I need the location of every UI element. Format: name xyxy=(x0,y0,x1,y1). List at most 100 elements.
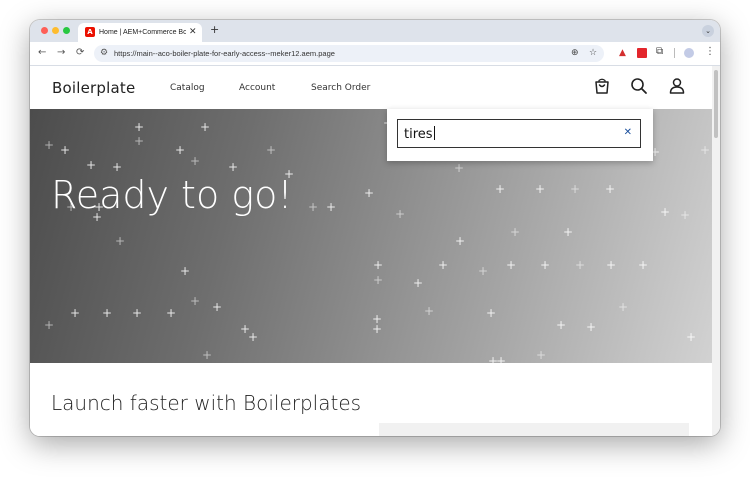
plus-decoration: + xyxy=(586,320,597,334)
nav-search-order[interactable]: Search Order xyxy=(311,81,370,95)
tab-strip: A Home | AEM+Commerce Boilerplate ✕ + ⌄ xyxy=(30,20,720,42)
plus-decoration: + xyxy=(536,348,547,362)
plus-decoration: + xyxy=(364,186,375,200)
section-card xyxy=(379,423,689,436)
plus-decoration: + xyxy=(200,120,211,134)
text-caret xyxy=(433,126,435,140)
plus-decoration: + xyxy=(563,225,574,239)
zoom-icon[interactable]: ⊕ xyxy=(571,47,579,60)
plus-decoration: + xyxy=(134,134,145,148)
plus-decoration: + xyxy=(372,322,383,336)
plus-decoration: + xyxy=(686,330,697,344)
plus-decoration: + xyxy=(700,143,711,157)
browser-tab[interactable]: A Home | AEM+Commerce Boilerplate ✕ xyxy=(78,23,202,42)
plus-decoration: + xyxy=(373,258,384,272)
plus-decoration: + xyxy=(424,304,435,318)
section-title: Launch faster with Boilerplates xyxy=(51,391,362,415)
close-window-button[interactable] xyxy=(41,27,48,34)
browser-toolbar: ← → ⟳ ⚙ https://main--aco-boiler-plate-f… xyxy=(30,42,720,66)
clear-search-icon[interactable]: ✕ xyxy=(624,127,632,139)
page-scrollbar[interactable] xyxy=(712,66,720,436)
search-input[interactable]: tires ✕ xyxy=(397,119,641,148)
plus-decoration: + xyxy=(180,264,191,278)
search-icon[interactable] xyxy=(629,76,649,96)
plus-decoration: + xyxy=(175,143,186,157)
plus-decoration: + xyxy=(496,354,507,363)
plus-decoration: + xyxy=(212,300,223,314)
plus-decoration: + xyxy=(438,258,449,272)
plus-decoration: + xyxy=(478,264,489,278)
tab-title: Home | AEM+Commerce Boilerplate xyxy=(99,29,186,36)
toolbar-divider xyxy=(674,48,675,58)
plus-decoration: + xyxy=(570,182,581,196)
user-icon[interactable] xyxy=(667,76,687,96)
plus-decoration: + xyxy=(44,138,55,152)
forward-button[interactable]: → xyxy=(57,47,65,59)
plus-decoration: + xyxy=(134,120,145,134)
plus-decoration: + xyxy=(266,143,277,157)
plus-decoration: + xyxy=(535,182,546,196)
plus-decoration: + xyxy=(506,258,517,272)
plus-decoration: + xyxy=(454,161,465,175)
plus-decoration: + xyxy=(510,225,521,239)
search-popover: tires ✕ xyxy=(387,109,653,161)
plus-decoration: + xyxy=(326,200,337,214)
plus-decoration: + xyxy=(413,276,424,290)
plus-decoration: + xyxy=(102,306,113,320)
page-viewport: Boilerplate Catalog Account Search Order… xyxy=(30,66,720,436)
search-input-value: tires xyxy=(404,127,433,142)
tab-search-menu-button[interactable]: ⌄ xyxy=(702,25,714,37)
plus-decoration: + xyxy=(70,306,81,320)
plus-decoration: + xyxy=(308,200,319,214)
intro-section: Launch faster with Boilerplates xyxy=(30,363,712,436)
reload-button[interactable]: ⟳ xyxy=(76,47,84,59)
plus-decoration: + xyxy=(540,258,551,272)
plus-decoration: + xyxy=(556,318,567,332)
site-settings-icon[interactable]: ⚙ xyxy=(100,47,108,60)
zoom-window-button[interactable] xyxy=(63,27,70,34)
plus-decoration: + xyxy=(455,234,466,248)
plus-decoration: + xyxy=(618,300,629,314)
address-url[interactable]: https://main--aco-boiler-plate-for-early… xyxy=(114,47,335,60)
nav-catalog[interactable]: Catalog xyxy=(170,81,205,95)
adobe-extension-icon[interactable]: ▲ xyxy=(619,47,629,58)
plus-decoration: + xyxy=(132,306,143,320)
profile-avatar-icon[interactable] xyxy=(684,48,694,58)
browser-window: A Home | AEM+Commerce Boilerplate ✕ + ⌄ … xyxy=(30,20,720,436)
plus-decoration: + xyxy=(606,258,617,272)
puzzle-icon[interactable]: ⧉ xyxy=(656,46,666,57)
plus-decoration: + xyxy=(638,258,649,272)
plus-decoration: + xyxy=(202,348,213,362)
hero-title: Ready to go! xyxy=(51,173,293,217)
adobe-favicon-icon: A xyxy=(85,27,95,37)
plus-decoration: + xyxy=(60,143,71,157)
nav-account[interactable]: Account xyxy=(239,81,275,95)
cart-icon[interactable] xyxy=(592,76,612,96)
plus-decoration: + xyxy=(44,318,55,332)
minimize-window-button[interactable] xyxy=(52,27,59,34)
plus-decoration: + xyxy=(660,205,671,219)
new-tab-button[interactable]: + xyxy=(210,23,219,37)
plus-decoration: + xyxy=(166,306,177,320)
plus-decoration: + xyxy=(575,258,586,272)
address-bar[interactable]: ⚙ https://main--aco-boiler-plate-for-ear… xyxy=(94,45,604,62)
back-button[interactable]: ← xyxy=(38,47,46,59)
plus-decoration: + xyxy=(228,160,239,174)
scrollbar-thumb[interactable] xyxy=(714,70,718,138)
site-header: Boilerplate Catalog Account Search Order xyxy=(30,66,712,109)
plus-decoration: + xyxy=(680,208,691,222)
plus-decoration: + xyxy=(190,154,201,168)
plus-decoration: + xyxy=(486,306,497,320)
kebab-menu-icon[interactable]: ⋮ xyxy=(705,46,715,58)
site-logo[interactable]: Boilerplate xyxy=(52,78,135,98)
plus-decoration: + xyxy=(495,182,506,196)
plus-decoration: + xyxy=(115,234,126,248)
plus-decoration: + xyxy=(112,160,123,174)
bookmark-star-icon[interactable]: ☆ xyxy=(589,47,597,60)
plus-decoration: + xyxy=(190,294,201,308)
plus-decoration: + xyxy=(248,330,259,344)
plus-decoration: + xyxy=(605,182,616,196)
red-extension-icon[interactable] xyxy=(637,48,647,58)
tab-close-icon[interactable]: ✕ xyxy=(189,26,197,38)
plus-decoration: + xyxy=(373,273,384,287)
